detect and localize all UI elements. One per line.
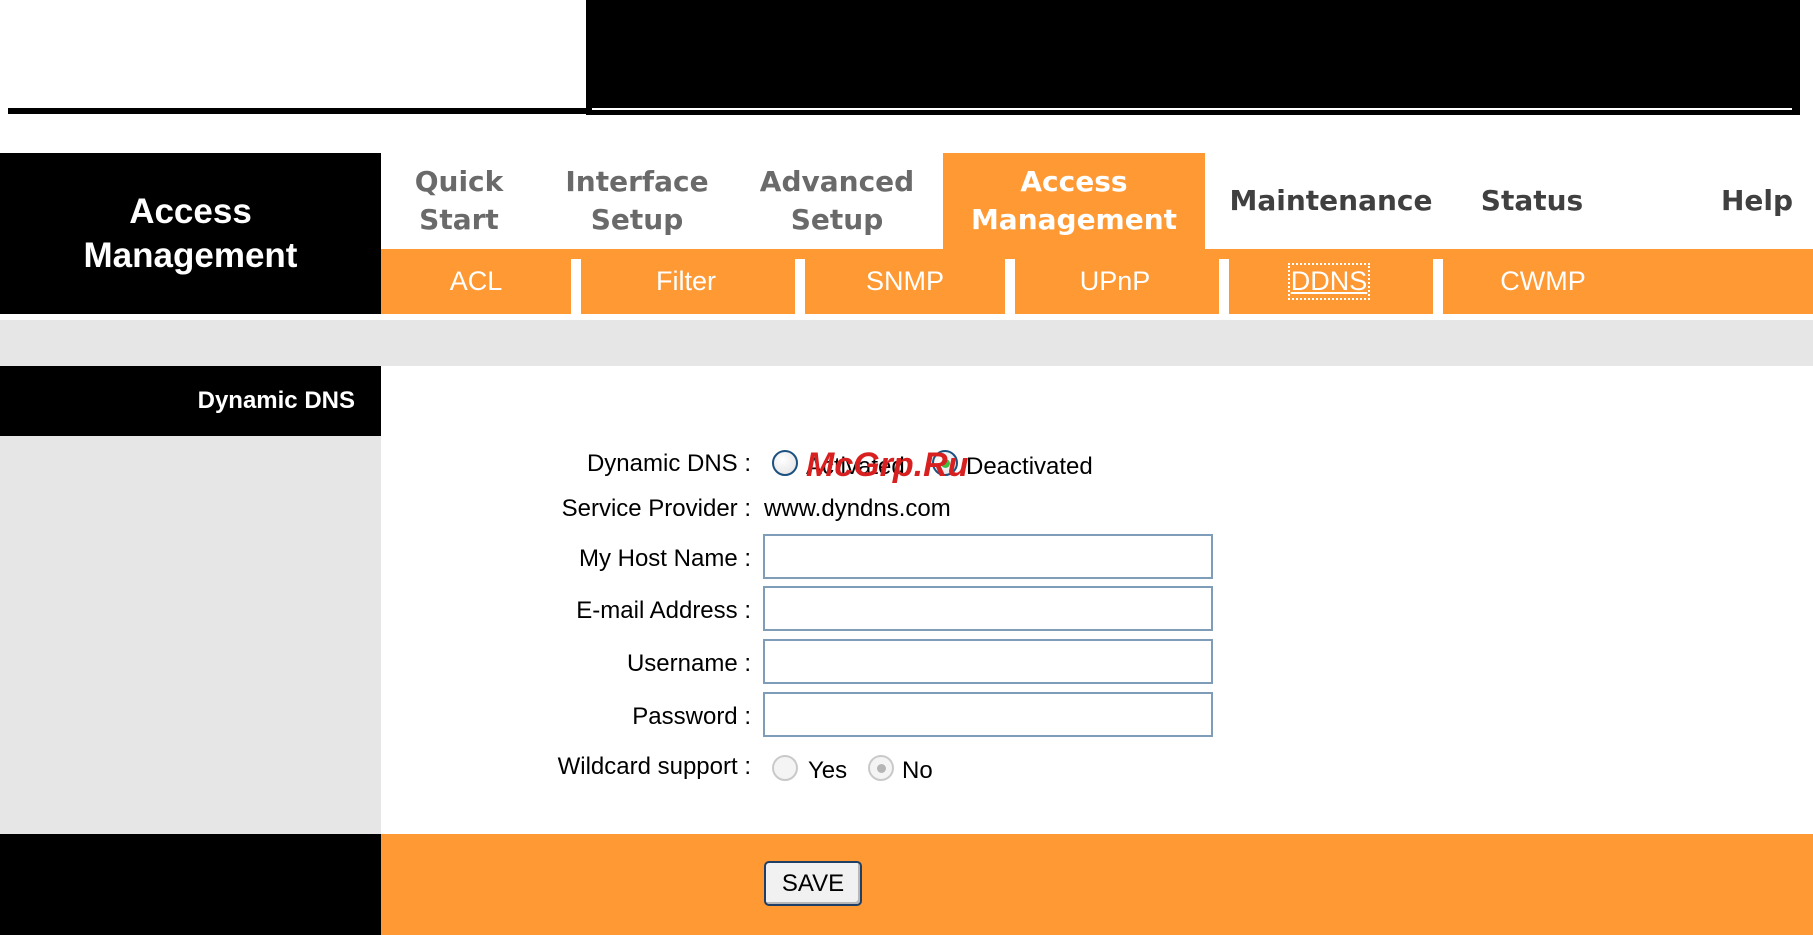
tab-access-management[interactable]: Access Management (943, 153, 1205, 249)
host-name-input[interactable] (763, 534, 1213, 579)
subnav-divider (571, 259, 581, 314)
radio-deactivated-label: Deactivated (966, 453, 1093, 480)
tab-help[interactable]: Help (1701, 153, 1813, 249)
footer-left (0, 834, 381, 935)
tab-label: Advanced Setup (759, 165, 915, 236)
page-title-box: Access Management (0, 153, 381, 314)
spacer-strip (0, 320, 1813, 366)
radio-wildcard-yes[interactable] (772, 755, 798, 781)
subnav-divider (795, 259, 805, 314)
subnav-cwmp[interactable]: CWMP (1443, 249, 1643, 314)
radio-wildcard-no[interactable] (868, 755, 894, 781)
main-nav: Quick Start Interface Setup Advanced Set… (381, 153, 1813, 249)
host-name-label: My Host Name : (578, 545, 751, 572)
banner-rule (592, 108, 1792, 110)
page-title-line2: Management (83, 235, 298, 275)
subnav-divider (1433, 259, 1443, 314)
radio-wildcard-yes-label: Yes (808, 757, 848, 784)
service-provider-label: Service Provider : (561, 495, 751, 522)
section-label: Dynamic DNS (197, 387, 355, 414)
subnav-upnp[interactable]: UPnP (1015, 249, 1215, 314)
subnav-filter[interactable]: Filter (581, 249, 791, 314)
tab-label: Interface Setup (565, 165, 709, 236)
email-input[interactable] (763, 586, 1213, 631)
subnav-label: ACL (449, 266, 503, 296)
subnav-acl[interactable]: ACL (381, 249, 571, 314)
radio-activated[interactable] (772, 450, 798, 476)
tab-maintenance[interactable]: Maintenance (1205, 153, 1457, 249)
tab-label: Status (1480, 184, 1584, 217)
radio-selected-dot (877, 764, 886, 773)
page-title-line1: Access (129, 191, 252, 231)
tab-label: Help (1720, 184, 1794, 217)
tab-label: Quick Start (414, 165, 504, 236)
subnav-ddns[interactable]: DDNS (1229, 249, 1429, 314)
subnav-divider (1005, 259, 1015, 314)
radio-wildcard-no-label: No (902, 757, 933, 784)
footer-bar (381, 834, 1813, 935)
dynamic-dns-label: Dynamic DNS : (586, 450, 751, 477)
tab-label: Maintenance (1229, 184, 1433, 217)
sub-nav: ACL Filter SNMP UPnP DDNS CWMP (381, 249, 1813, 314)
wildcard-label: Wildcard support : (557, 753, 751, 780)
subnav-snmp[interactable]: SNMP (805, 249, 1005, 314)
username-label: Username : (626, 650, 751, 677)
service-provider-value: www.dyndns.com (764, 495, 951, 522)
tab-quick-start[interactable]: Quick Start (381, 153, 537, 249)
watermark: McGrp.Ru (806, 446, 969, 484)
tab-advanced-setup[interactable]: Advanced Setup (737, 153, 937, 249)
subnav-divider (1219, 259, 1229, 314)
email-label: E-mail Address : (576, 597, 751, 624)
top-banner (586, 0, 1800, 115)
tab-interface-setup[interactable]: Interface Setup (537, 153, 737, 249)
subnav-label: DDNS (1287, 263, 1371, 300)
password-input[interactable] (763, 692, 1213, 737)
subnav-label: Filter (656, 266, 716, 296)
tab-status[interactable]: Status (1457, 153, 1607, 249)
subnav-label: UPnP (1079, 266, 1151, 296)
section-label-box: Dynamic DNS (0, 366, 381, 436)
subnav-label: CWMP (1500, 266, 1586, 296)
subnav-label: SNMP (865, 266, 944, 296)
left-column (0, 436, 381, 834)
tab-label: Access Management (970, 165, 1178, 236)
password-label: Password : (632, 703, 751, 730)
save-button[interactable]: SAVE (764, 861, 862, 906)
top-rule (8, 108, 586, 114)
username-input[interactable] (763, 639, 1213, 684)
